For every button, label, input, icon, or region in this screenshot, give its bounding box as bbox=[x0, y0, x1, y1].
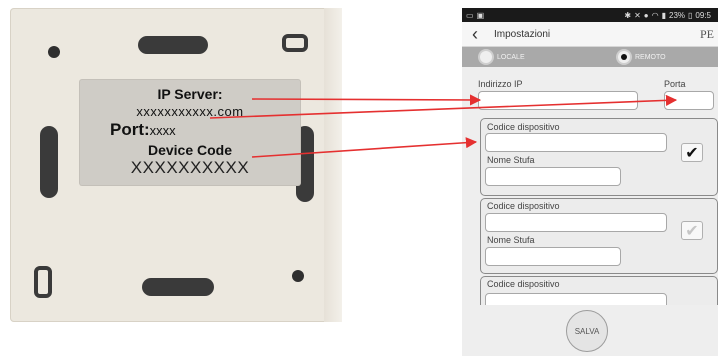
battery-percent: 23% bbox=[669, 10, 686, 20]
device-group-3: Codice dispositivo bbox=[480, 276, 718, 305]
gallery-icon: ▣ bbox=[476, 10, 485, 20]
ip-address-input[interactable] bbox=[478, 91, 638, 110]
device-checkbox-1[interactable]: ✔ bbox=[681, 143, 703, 162]
device-code-input-1[interactable] bbox=[485, 133, 667, 152]
stove-name-input-1[interactable] bbox=[485, 167, 621, 186]
device-code-input-3[interactable] bbox=[485, 293, 667, 305]
radio-remoto[interactable] bbox=[618, 51, 630, 63]
status-right-icons: ✱ ✕ ● ◠ ▮ 23% ▯ 09:5 bbox=[624, 11, 714, 20]
ip-address-label: Indirizzo IP bbox=[478, 79, 523, 89]
save-button[interactable]: SALVA bbox=[566, 310, 608, 352]
port-label: Porta bbox=[664, 79, 686, 89]
device-code-heading: Device Code bbox=[147, 142, 233, 158]
signal-icon: ▮ bbox=[661, 10, 666, 20]
nav-title[interactable]: Impostazioni bbox=[494, 29, 550, 40]
mute-icon: ✕ bbox=[634, 10, 641, 20]
brand-logo: PE bbox=[699, 26, 714, 41]
mount-slot-top bbox=[138, 36, 208, 54]
mode-label-remoto: REMOTO bbox=[635, 53, 666, 61]
status-left-icons: ▭ ▣ bbox=[466, 11, 487, 20]
device-code-label-1: Codice dispositivo bbox=[487, 122, 560, 132]
device-code-label-3: Codice dispositivo bbox=[487, 279, 560, 289]
device-checkbox-2[interactable]: ✔ bbox=[681, 221, 703, 240]
mount-slot-left bbox=[40, 126, 58, 198]
radio-locale[interactable] bbox=[480, 51, 492, 63]
status-bar: ▭ ▣ ✱ ✕ ● ◠ ▮ 23% ▯ 09:5 bbox=[462, 8, 718, 22]
alarm-icon: ● bbox=[643, 10, 649, 20]
phone-screen: ▭ ▣ ✱ ✕ ● ◠ ▮ 23% ▯ 09:5 ‹ Impostazioni PE LOCAL… bbox=[462, 8, 718, 356]
radio-selected-dot bbox=[621, 54, 627, 60]
port-value: xxxx bbox=[149, 123, 176, 138]
mode-segment: LOCALE REMOTO bbox=[462, 47, 718, 67]
screw-hole-bottom-right bbox=[292, 270, 304, 282]
ip-server-value: xxxxxxxxxxx.com bbox=[136, 104, 244, 119]
ip-server-heading: IP Server: bbox=[157, 86, 223, 102]
screw-hole-top-left bbox=[48, 46, 60, 58]
mode-label-locale: LOCALE bbox=[497, 53, 525, 61]
mount-slot-bottom bbox=[142, 278, 214, 296]
bluetooth-icon: ✱ bbox=[624, 10, 632, 20]
stove-name-label-2: Nome Stufa bbox=[487, 235, 535, 245]
chevron-left-icon[interactable]: ‹ bbox=[472, 24, 486, 45]
battery-icon: ▯ bbox=[688, 10, 693, 20]
device-code-value: XXXXXXXXXX bbox=[130, 158, 250, 177]
port-line: Port:xxxx bbox=[110, 120, 176, 140]
wifi-icon: ◠ bbox=[651, 10, 659, 20]
connection-info-label: IP Server: xxxxxxxxxxx.com Port:xxxx Dev… bbox=[80, 80, 300, 185]
image-icon: ▭ bbox=[466, 10, 474, 20]
mode-option-remoto[interactable]: REMOTO bbox=[618, 51, 666, 63]
mode-option-locale[interactable]: LOCALE bbox=[480, 51, 525, 63]
device-photo: IP Server: xxxxxxxxxxx.com Port:xxxx Dev… bbox=[10, 8, 342, 322]
device-edge bbox=[324, 8, 342, 322]
clock: 09:5 bbox=[695, 10, 711, 20]
device-group-2: Codice dispositivo Nome Stufa ✔ bbox=[480, 198, 718, 274]
device-code-input-2[interactable] bbox=[485, 213, 667, 232]
checkmark-icon: ✔ bbox=[685, 144, 699, 162]
checkmark-icon: ✔ bbox=[685, 222, 699, 240]
port-input[interactable] bbox=[664, 91, 714, 110]
stove-name-input-2[interactable] bbox=[485, 247, 621, 266]
mount-hole-bottom-left bbox=[34, 266, 52, 298]
port-heading: Port: bbox=[110, 120, 150, 139]
device-group-1: Codice dispositivo Nome Stufa ✔ bbox=[480, 118, 718, 196]
mount-hole-top-right bbox=[282, 34, 308, 52]
nav-bar: ‹ Impostazioni PE bbox=[462, 22, 718, 47]
device-code-label-2: Codice dispositivo bbox=[487, 201, 560, 211]
stove-name-label-1: Nome Stufa bbox=[487, 155, 535, 165]
